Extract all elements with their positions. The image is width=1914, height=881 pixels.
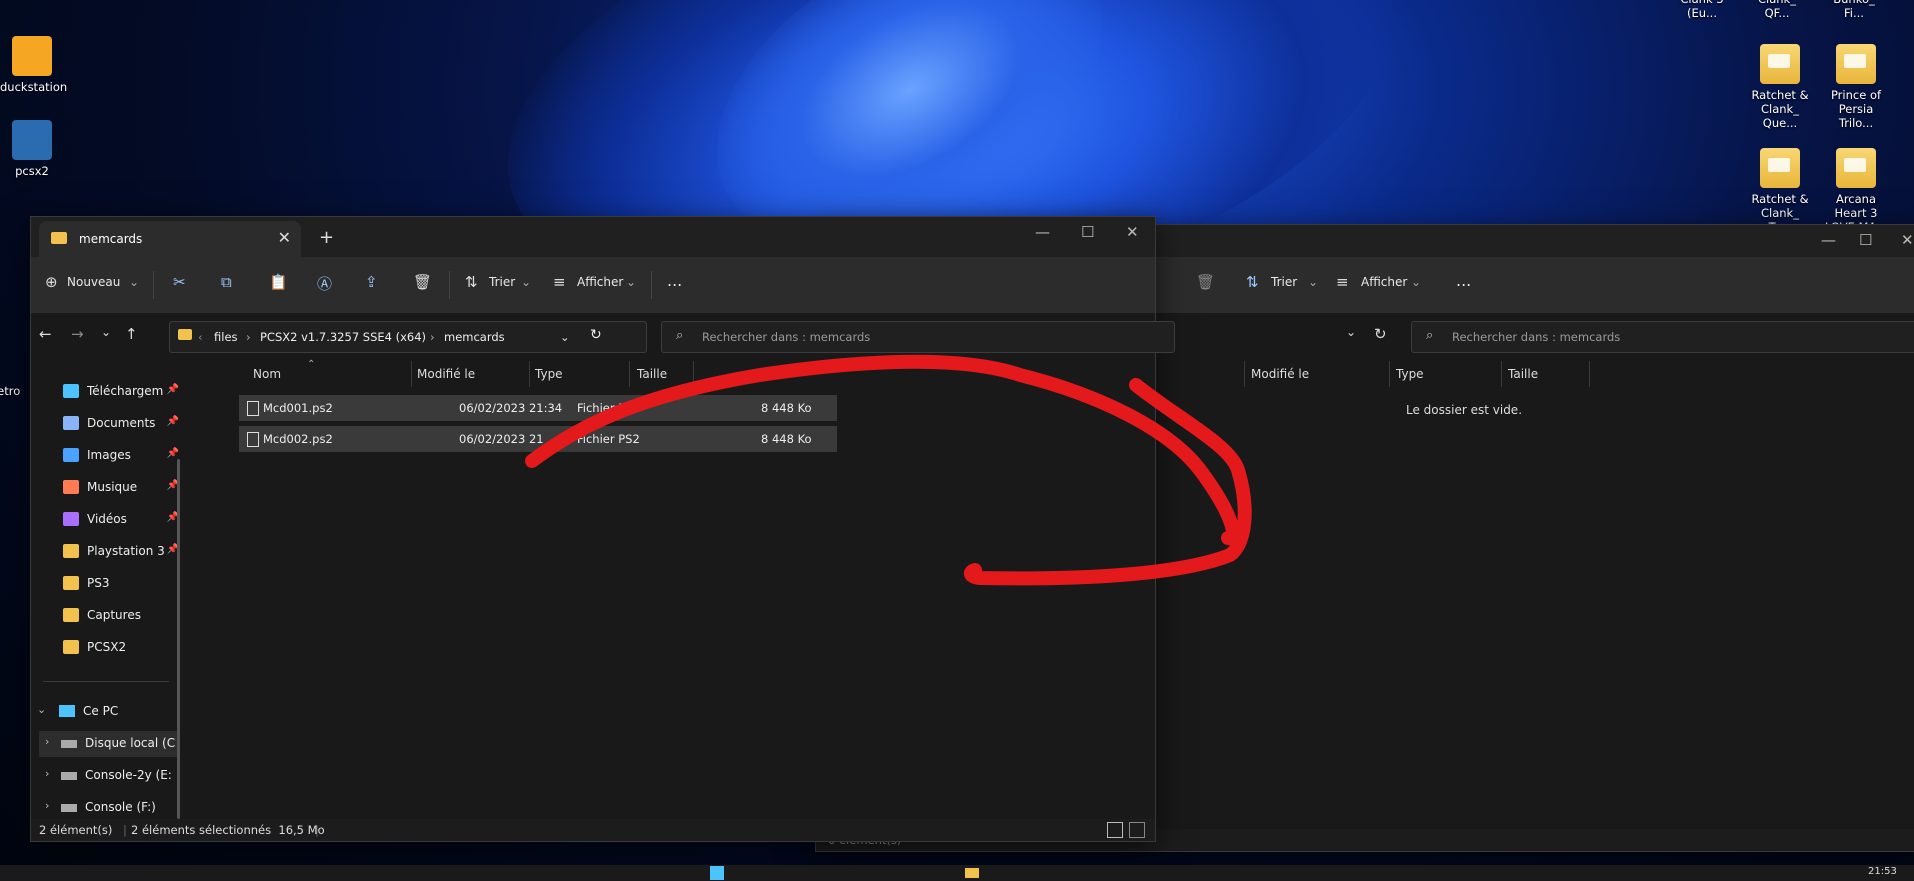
start-icon[interactable] <box>710 866 724 880</box>
clock[interactable]: 21:53 <box>1868 866 1897 877</box>
annotation-overlay <box>525 354 1252 586</box>
file-explorer-icon[interactable] <box>965 868 979 878</box>
red-arrow-annotation <box>525 354 1252 586</box>
taskbar: 21:53 <box>0 865 1914 881</box>
